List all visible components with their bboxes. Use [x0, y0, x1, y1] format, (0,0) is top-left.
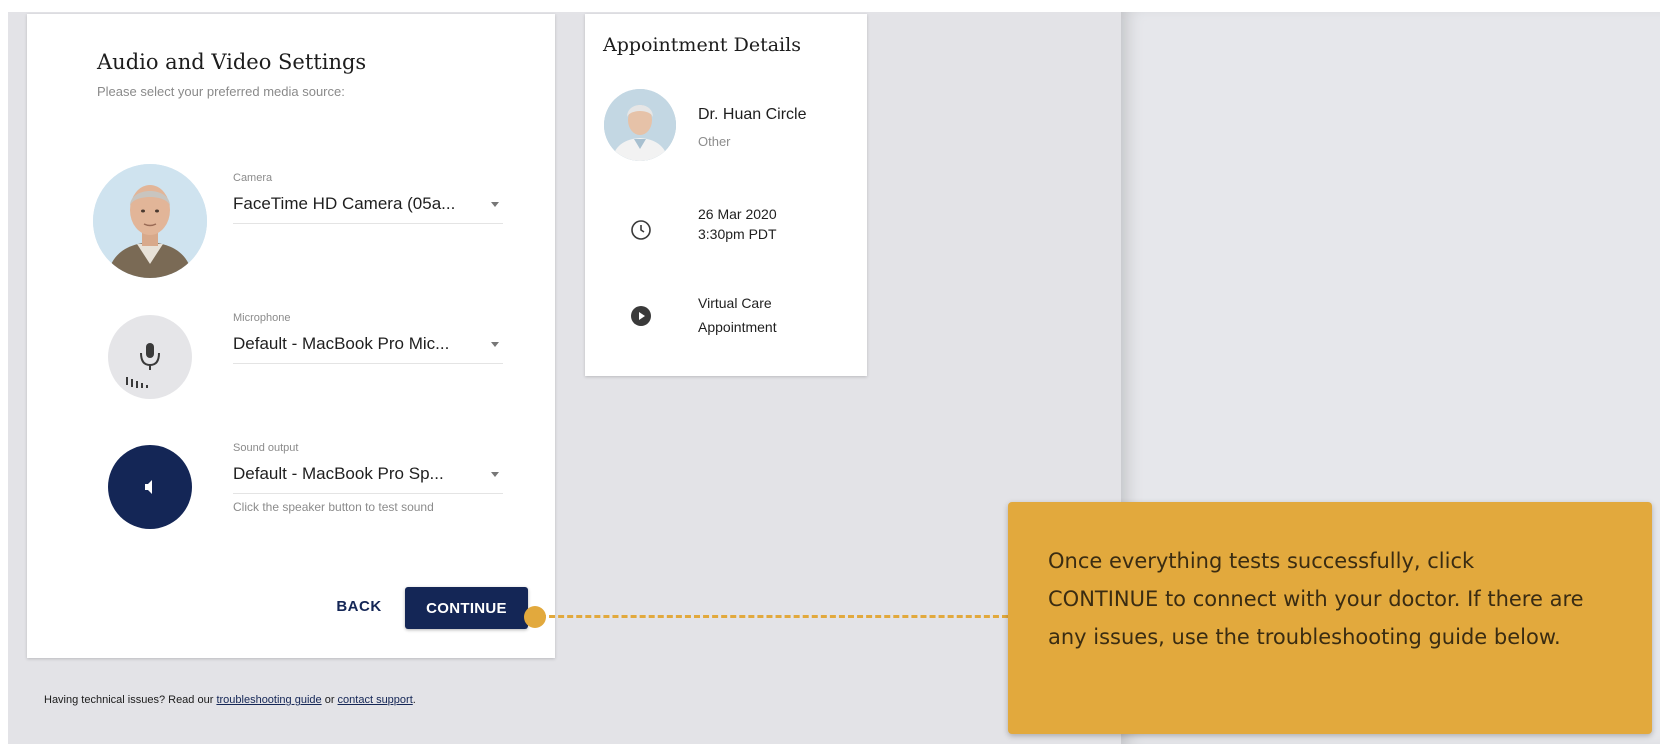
camera-select[interactable]: FaceTime HD Camera (05a... [233, 190, 503, 224]
microphone-row: Microphone Default - MacBook Pro Mic... [27, 290, 555, 410]
help-middle: or [321, 694, 338, 706]
settings-title: Audio and Video Settings [97, 50, 367, 74]
appointment-datetime: 26 Mar 2020 3:30pm PDT [698, 204, 777, 244]
tutorial-callout: Once everything tests successfully, clic… [1008, 502, 1652, 734]
sound-output-hint: Click the speaker button to test sound [233, 500, 434, 514]
chevron-down-icon [491, 202, 499, 207]
sound-output-field: Sound output Default - MacBook Pro Sp...… [233, 442, 503, 514]
appointment-details-card: Appointment Details Dr. Huan Circle Othe… [585, 14, 867, 376]
speaker-icon [145, 480, 152, 494]
camera-preview [93, 164, 207, 278]
appointment-type-line1: Virtual Care [698, 295, 772, 311]
microphone-icon [126, 343, 160, 388]
camera-field: Camera FaceTime HD Camera (05a... [233, 172, 503, 224]
sound-output-row: Sound output Default - MacBook Pro Sp...… [27, 420, 555, 540]
microphone-field: Microphone Default - MacBook Pro Mic... [233, 312, 503, 364]
appointment-title: Appointment Details [603, 34, 801, 56]
callout-anchor-dot [524, 606, 546, 628]
back-button[interactable]: BACK [329, 589, 389, 623]
sound-output-select[interactable]: Default - MacBook Pro Sp... [233, 460, 503, 494]
help-suffix: . [412, 694, 416, 706]
contact-support-link[interactable]: contact support [338, 694, 413, 706]
camera-label: Camera [233, 172, 273, 184]
appointment-time: 3:30pm PDT [698, 226, 777, 242]
doctor-avatar [604, 89, 676, 161]
camera-select-value: FaceTime HD Camera (05a... [233, 194, 456, 213]
person-photo-icon [93, 164, 207, 278]
audio-video-settings-card: Audio and Video Settings Please select y… [27, 14, 555, 658]
test-speaker-button[interactable] [108, 445, 192, 529]
appointment-type-line2: Appointment [698, 319, 777, 335]
camera-row: Camera FaceTime HD Camera (05a... [27, 148, 555, 278]
appointment-type: Virtual Care Appointment [698, 291, 777, 339]
chevron-down-icon [491, 472, 499, 477]
microphone-label: Microphone [233, 312, 291, 324]
doctor-specialty: Other [698, 134, 731, 149]
technical-help-text: Having technical issues? Read our troubl… [44, 694, 416, 706]
play-circle-icon [631, 306, 651, 326]
appointment-date: 26 Mar 2020 [698, 206, 777, 222]
clock-icon [631, 220, 651, 240]
sound-output-select-value: Default - MacBook Pro Sp... [233, 464, 444, 483]
callout-text: Once everything tests successfully, clic… [1048, 549, 1584, 649]
microphone-select[interactable]: Default - MacBook Pro Mic... [233, 330, 503, 364]
microphone-level-indicator [108, 315, 192, 399]
sound-output-label: Sound output [233, 442, 299, 454]
callout-connector-line [540, 615, 1008, 618]
chevron-down-icon [491, 342, 499, 347]
doctor-name: Dr. Huan Circle [698, 106, 807, 123]
continue-button[interactable]: CONTINUE [405, 587, 528, 629]
settings-subtitle: Please select your preferred media sourc… [97, 84, 345, 99]
help-prefix: Having technical issues? Read our [44, 694, 217, 706]
microphone-select-value: Default - MacBook Pro Mic... [233, 334, 450, 353]
doctor-photo-icon [604, 89, 676, 161]
troubleshooting-guide-link[interactable]: troubleshooting guide [216, 694, 321, 706]
